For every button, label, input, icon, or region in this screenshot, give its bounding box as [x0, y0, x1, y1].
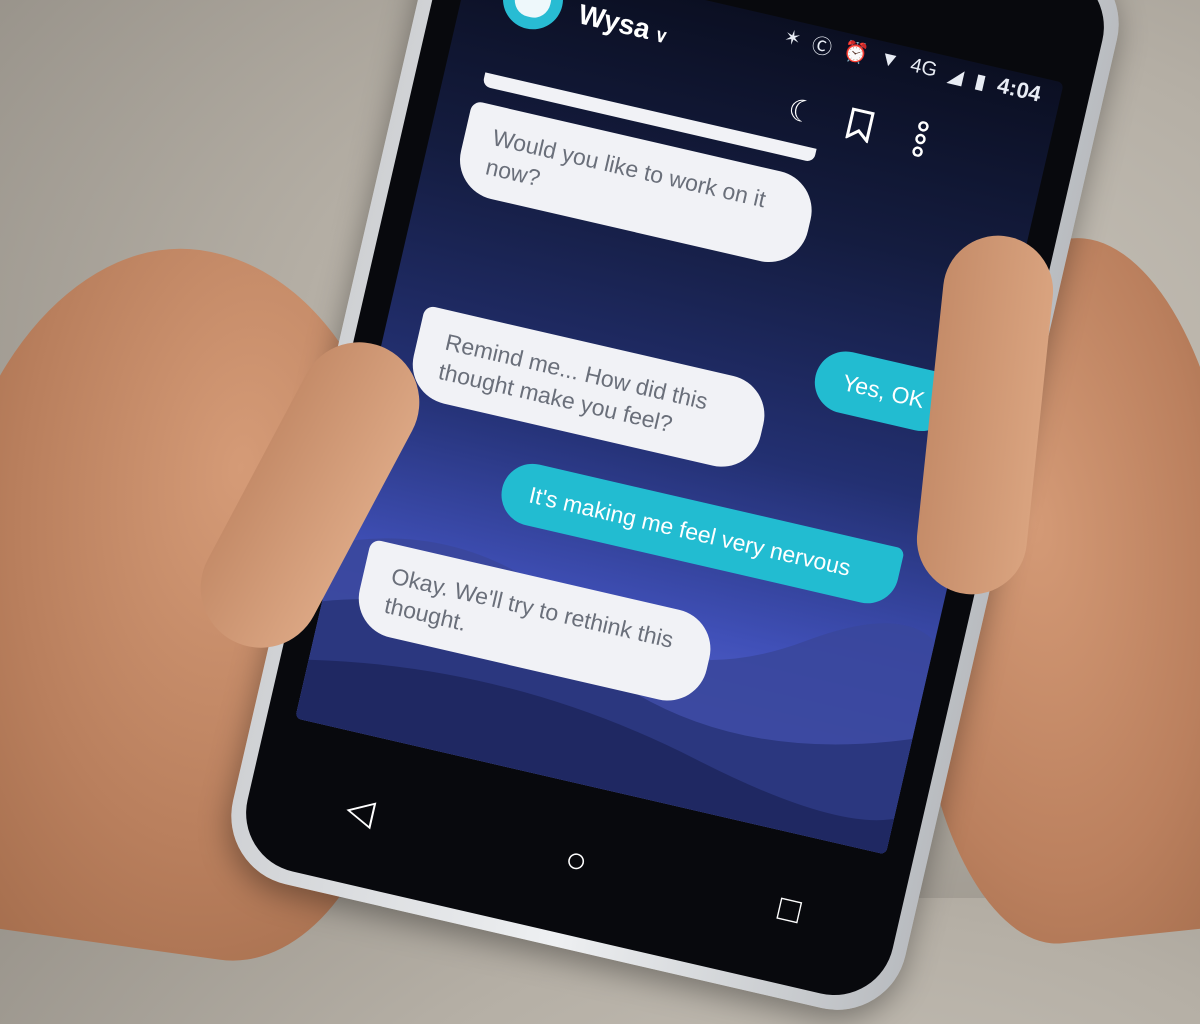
wysa-avatar[interactable]	[497, 0, 569, 36]
bookmark-icon[interactable]	[840, 105, 881, 146]
bot-message: Remind me... How did this thought make y…	[404, 304, 773, 475]
wifi-icon: ▼	[877, 46, 902, 73]
battery-icon: ▮	[972, 69, 989, 94]
bot-message: Okay. We'll try to rethink this thought.	[350, 538, 719, 709]
home-icon[interactable]: ○	[561, 837, 591, 883]
recents-icon[interactable]: □	[774, 886, 804, 932]
back-icon[interactable]: ◁	[342, 787, 378, 834]
more-vertical-icon[interactable]	[900, 119, 941, 160]
bluetooth-icon: ✶	[782, 25, 804, 51]
signal-icon: ◢	[945, 63, 966, 89]
moon-icon[interactable]: ☾	[781, 91, 822, 132]
chevron-down-icon: ∨	[652, 24, 670, 48]
